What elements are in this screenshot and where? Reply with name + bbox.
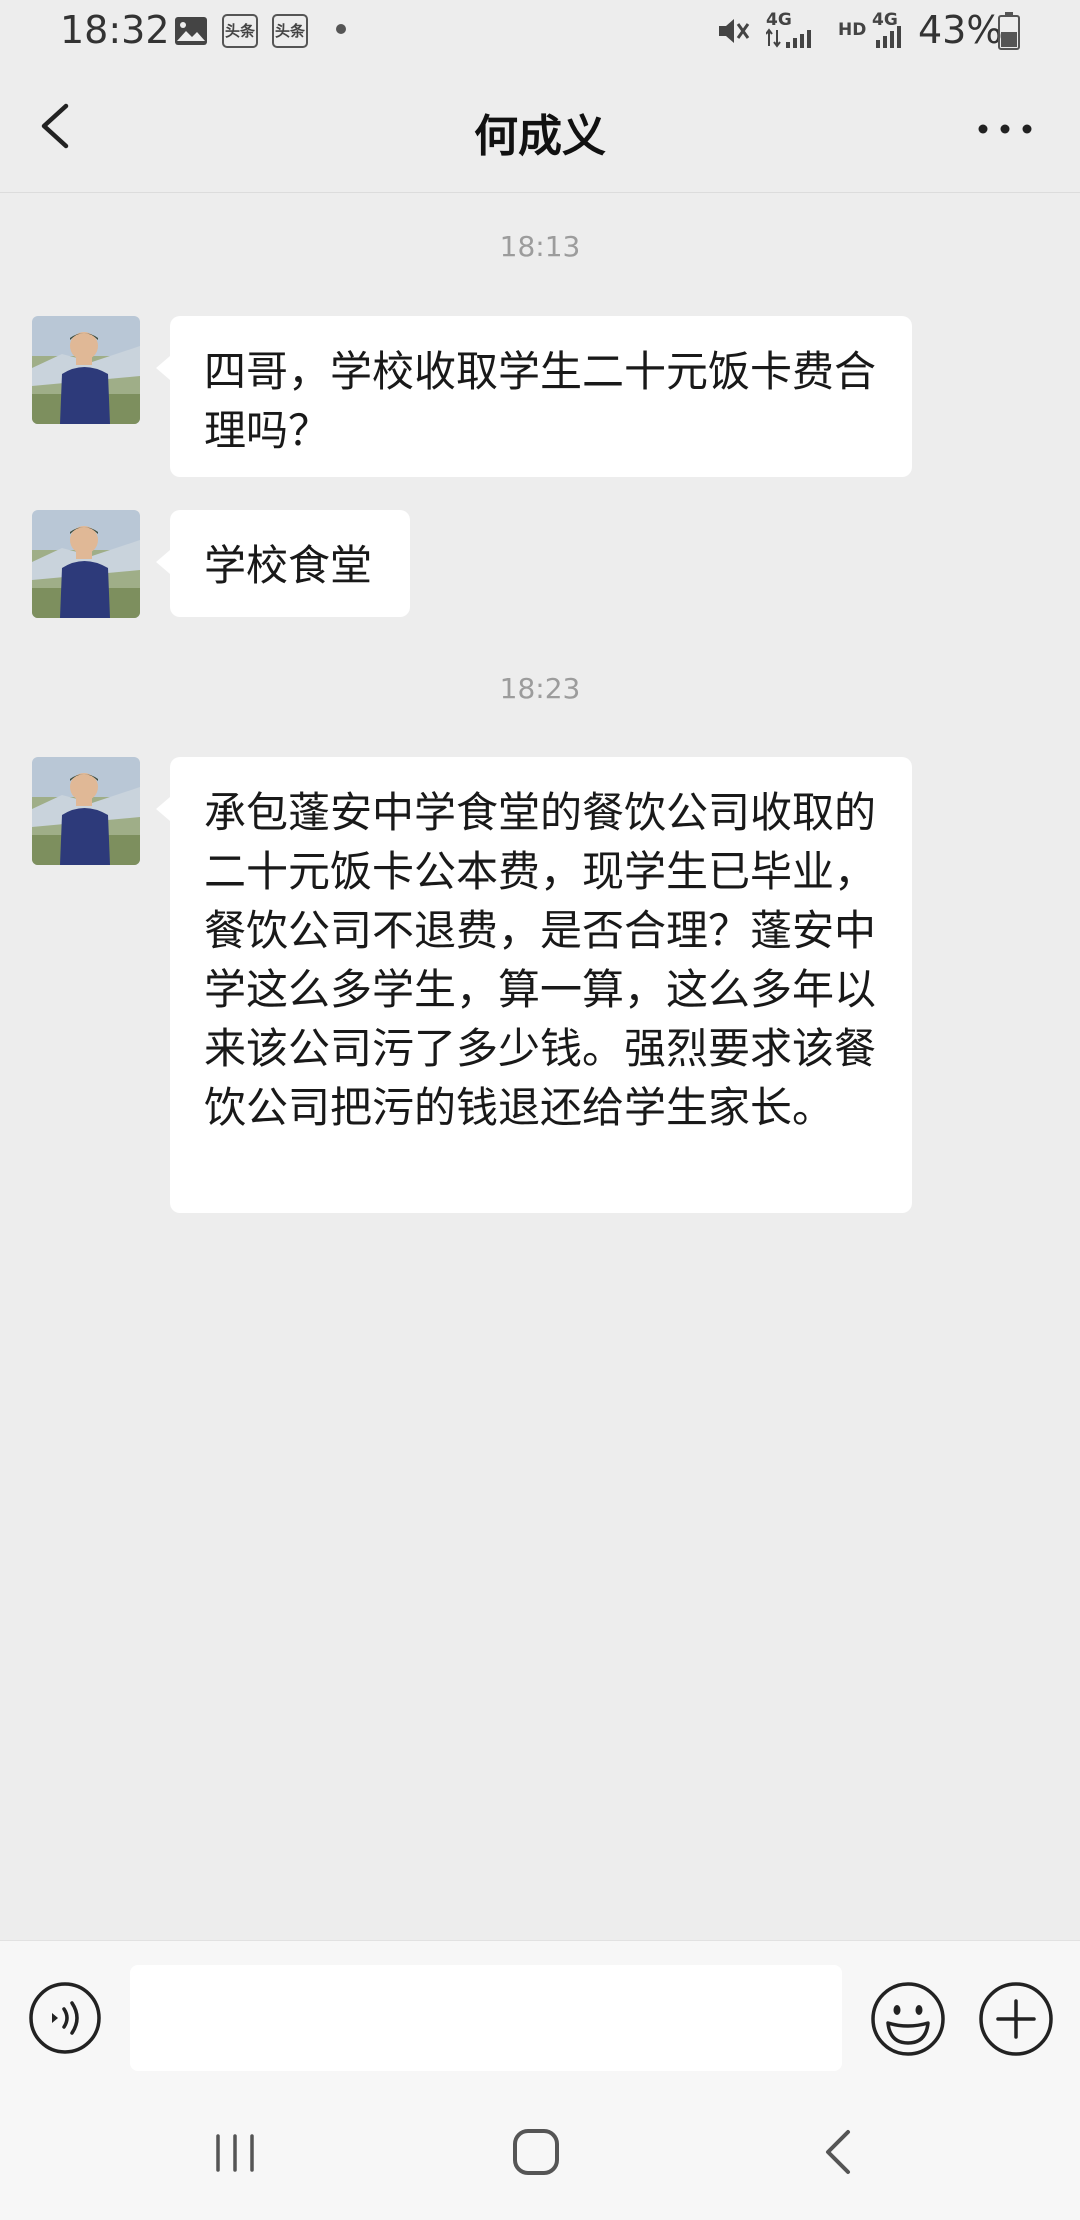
signal-strength-icon xyxy=(766,28,811,48)
avatar[interactable] xyxy=(32,316,140,424)
emoji-icon xyxy=(871,1982,945,2056)
input-bar xyxy=(0,1940,1080,2081)
message-bubble[interactable]: 四哥，学校收取学生二十元饭卡费合理吗？ xyxy=(156,316,912,477)
status-time: 18:32 xyxy=(60,8,170,52)
avatar[interactable] xyxy=(32,510,140,618)
toutiao-icon: 头条 xyxy=(222,14,258,48)
back-arrow-icon xyxy=(826,2130,850,2174)
voice-icon xyxy=(29,1982,101,2054)
toutiao-icon: 头条 xyxy=(272,14,308,48)
signal-strength-icon xyxy=(876,26,901,48)
battery-percent: 43% xyxy=(918,8,1003,52)
more-options-button[interactable] xyxy=(970,104,1040,154)
message-timestamp: 18:23 xyxy=(499,672,581,705)
mute-icon xyxy=(719,19,750,43)
notification-dot-icon xyxy=(336,24,346,34)
home-button[interactable] xyxy=(510,2126,562,2178)
status-bar: 18:32 头条 头条 4G HD 4G 43% xyxy=(0,0,1080,64)
message-bubble[interactable]: 承包蓬安中学食堂的餐饮公司收取的二十元饭卡公本费，现学生已毕业，餐饮公司不退费，… xyxy=(156,757,912,1213)
voice-input-button[interactable] xyxy=(28,1981,102,2055)
signal-type-label: 4G xyxy=(766,10,792,30)
hd-label: HD xyxy=(838,20,867,40)
recent-apps-button[interactable] xyxy=(210,2128,260,2178)
message-timestamp: 18:13 xyxy=(499,230,581,263)
message-bubble[interactable]: 学校食堂 xyxy=(156,510,410,617)
system-back-button[interactable] xyxy=(818,2126,858,2178)
chat-header: 何成义 xyxy=(0,64,1080,193)
system-nav-bar xyxy=(0,2080,1080,2220)
more-dots-icon xyxy=(978,124,1032,134)
avatar[interactable] xyxy=(32,757,140,865)
page-title: 何成义 xyxy=(474,111,606,162)
gallery-icon xyxy=(175,17,207,45)
more-functions-button[interactable] xyxy=(978,1981,1054,2057)
emoji-button[interactable] xyxy=(870,1981,946,2057)
plus-icon xyxy=(979,1982,1053,2056)
message-input[interactable] xyxy=(130,1965,842,2071)
home-icon xyxy=(513,2129,559,2175)
recent-apps-icon xyxy=(216,2134,254,2172)
battery-icon xyxy=(998,12,1020,50)
